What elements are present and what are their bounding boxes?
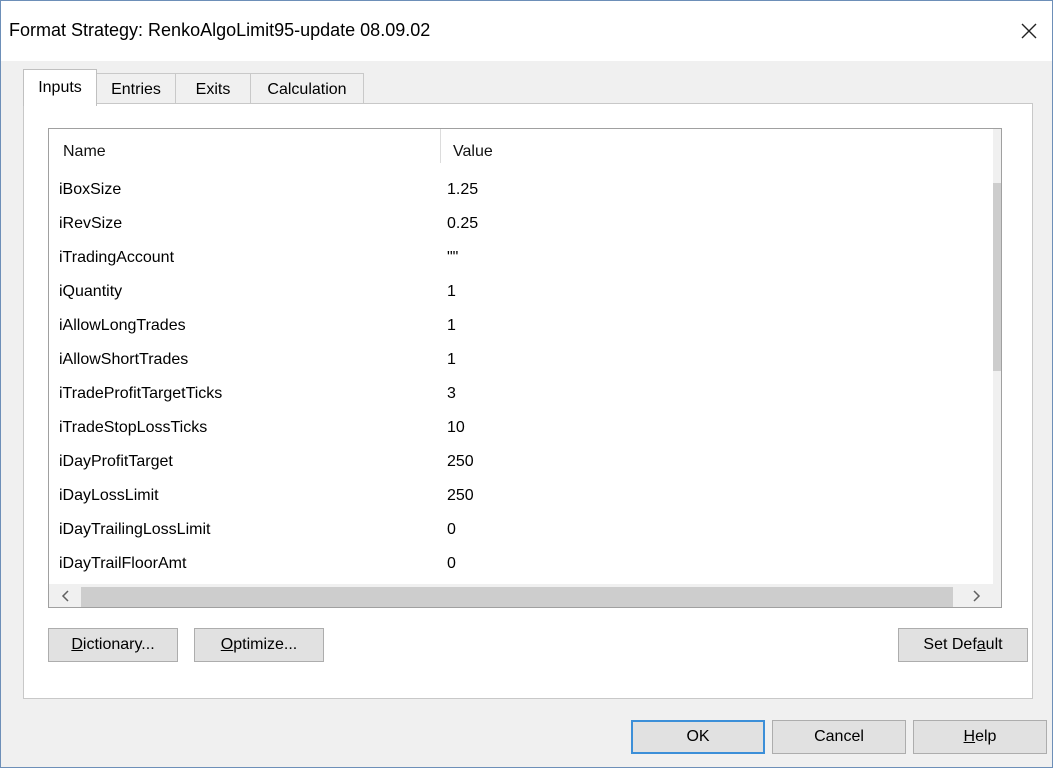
chevron-right-icon bbox=[973, 590, 981, 602]
tab-entries-label: Entries bbox=[111, 80, 161, 98]
tab-inputs-label: Inputs bbox=[38, 79, 82, 96]
input-name: iQuantity bbox=[59, 283, 123, 300]
tab-exits-label: Exits bbox=[195, 80, 231, 98]
help-button[interactable]: Help bbox=[913, 720, 1047, 754]
column-separator[interactable] bbox=[440, 129, 441, 163]
set-default-button[interactable]: Set Default bbox=[898, 628, 1028, 662]
input-value[interactable]: 1 bbox=[447, 283, 456, 301]
input-value[interactable]: 1.25 bbox=[447, 181, 478, 199]
cancel-button[interactable]: Cancel bbox=[772, 720, 906, 754]
dictionary-button[interactable]: Dictionary... bbox=[48, 628, 178, 662]
optimize-accel: O bbox=[220, 636, 234, 653]
set-default-accel: a bbox=[976, 636, 986, 653]
scroll-up-button[interactable] bbox=[993, 129, 1001, 161]
column-header-value[interactable]: Value bbox=[453, 143, 493, 161]
table-row[interactable]: iTradeStopLossTicks 10 bbox=[49, 411, 975, 445]
input-value[interactable]: 250 bbox=[447, 487, 474, 505]
tab-entries[interactable]: Entries bbox=[96, 73, 176, 105]
tab-inputs[interactable]: Inputs bbox=[23, 69, 97, 106]
tab-calculation-label: Calculation bbox=[267, 80, 347, 98]
chevron-left-icon bbox=[61, 590, 69, 602]
help-label: elp bbox=[975, 728, 997, 745]
vertical-scroll-thumb[interactable] bbox=[993, 183, 1001, 371]
ok-button[interactable]: OK bbox=[631, 720, 765, 754]
format-strategy-dialog: Format Strategy: RenkoAlgoLimit95-update… bbox=[0, 0, 1053, 768]
input-value[interactable]: 1 bbox=[447, 317, 456, 335]
help-accel: H bbox=[963, 728, 976, 745]
inputs-grid[interactable]: Name Value iBoxSize 1.25 iRevSize 0.25 iTr… bbox=[48, 128, 1002, 608]
input-value[interactable]: 0 bbox=[447, 521, 456, 539]
input-name: iAllowLongTrades bbox=[59, 317, 186, 334]
input-name: iAllowShortTrades bbox=[59, 351, 189, 368]
input-name: iTradeProfitTargetTicks bbox=[59, 385, 223, 402]
close-icon bbox=[1021, 23, 1037, 39]
grid-rows: iBoxSize 1.25 iRevSize 0.25 iTradingAccoun… bbox=[49, 173, 975, 581]
input-value[interactable]: 3 bbox=[447, 385, 456, 403]
set-default-label-pre: Set Def bbox=[923, 636, 977, 653]
input-name: iDayTrailingLossLimit bbox=[59, 521, 211, 538]
dictionary-accel: D bbox=[71, 636, 83, 653]
tab-calculation[interactable]: Calculation bbox=[250, 73, 364, 105]
ok-label: OK bbox=[686, 728, 710, 745]
table-row[interactable]: iDayTrailingLossLimit 0 bbox=[49, 513, 975, 547]
tab-exits[interactable]: Exits bbox=[175, 73, 251, 105]
cancel-label: Cancel bbox=[814, 728, 864, 745]
input-name: iDayLossLimit bbox=[59, 487, 159, 504]
window-title: Format Strategy: RenkoAlgoLimit95-update… bbox=[9, 20, 431, 40]
input-value[interactable]: "" bbox=[447, 249, 458, 267]
scroll-left-button[interactable] bbox=[49, 584, 81, 607]
inputs-tab-panel: Name Value iBoxSize 1.25 iRevSize 0.25 iTr… bbox=[23, 103, 1033, 699]
table-row[interactable]: iDayProfitTarget 250 bbox=[49, 445, 975, 479]
input-value[interactable]: 10 bbox=[447, 419, 465, 437]
dictionary-label: ictionary... bbox=[82, 636, 155, 653]
table-row[interactable]: iAllowLongTrades 1 bbox=[49, 309, 975, 343]
input-value[interactable]: 1 bbox=[447, 351, 456, 369]
title-bar: Format Strategy: RenkoAlgoLimit95-update… bbox=[1, 1, 1052, 61]
table-row[interactable]: iDayTrailFloorAmt 0 bbox=[49, 547, 975, 581]
scrollbar-corner bbox=[993, 584, 1001, 607]
input-name: iDayProfitTarget bbox=[59, 453, 173, 470]
input-name: iTradeStopLossTicks bbox=[59, 419, 208, 436]
table-row[interactable]: iBoxSize 1.25 bbox=[49, 173, 975, 207]
table-row[interactable]: iAllowShortTrades 1 bbox=[49, 343, 975, 377]
input-name: iDayTrailFloorAmt bbox=[59, 555, 187, 572]
close-button[interactable] bbox=[1006, 9, 1052, 53]
input-name: iRevSize bbox=[59, 215, 123, 232]
table-row[interactable]: iQuantity 1 bbox=[49, 275, 975, 309]
column-header-name[interactable]: Name bbox=[63, 143, 106, 161]
table-row[interactable]: iRevSize 0.25 bbox=[49, 207, 975, 241]
table-row[interactable]: iDayLossLimit 250 bbox=[49, 479, 975, 513]
optimize-label: ptimize... bbox=[233, 636, 298, 653]
optimize-button[interactable]: Optimize... bbox=[194, 628, 324, 662]
scroll-down-button[interactable] bbox=[993, 552, 1001, 584]
grid-header: Name Value bbox=[49, 129, 975, 173]
table-row[interactable]: iTradeProfitTargetTicks 3 bbox=[49, 377, 975, 411]
input-value[interactable]: 0.25 bbox=[447, 215, 478, 233]
scroll-right-button[interactable] bbox=[961, 584, 993, 607]
set-default-label-post: ult bbox=[985, 636, 1003, 653]
horizontal-scroll-thumb[interactable] bbox=[81, 587, 953, 607]
input-name: iBoxSize bbox=[59, 181, 122, 198]
input-value[interactable]: 0 bbox=[447, 555, 456, 573]
table-row[interactable]: iTradingAccount "" bbox=[49, 241, 975, 275]
input-name: iTradingAccount bbox=[59, 249, 175, 266]
input-value[interactable]: 250 bbox=[447, 453, 474, 471]
